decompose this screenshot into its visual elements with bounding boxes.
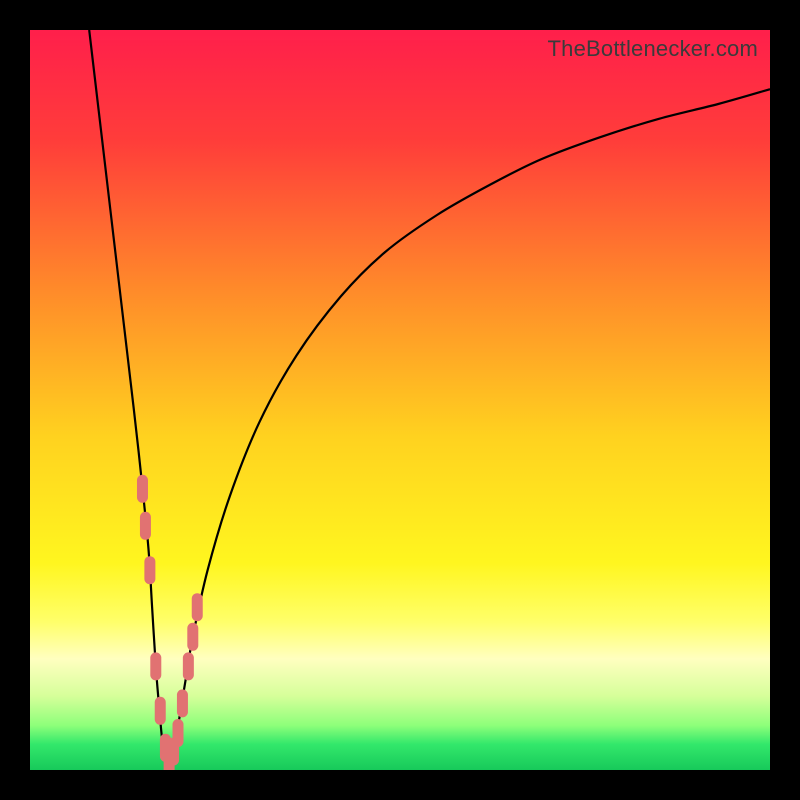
- chart-svg: [30, 30, 770, 770]
- chart-frame: TheBottlenecker.com: [0, 0, 800, 800]
- gpu-marker: [173, 719, 184, 747]
- plot-wrapper: TheBottlenecker.com: [30, 30, 770, 770]
- gpu-marker: [183, 652, 194, 680]
- gpu-marker: [192, 593, 203, 621]
- gpu-marker: [150, 652, 161, 680]
- gpu-marker: [137, 475, 148, 503]
- gpu-marker: [140, 512, 151, 540]
- gpu-marker: [177, 689, 188, 717]
- gradient-background: [30, 30, 770, 770]
- gpu-marker: [187, 623, 198, 651]
- gpu-marker: [155, 697, 166, 725]
- gpu-marker: [144, 556, 155, 584]
